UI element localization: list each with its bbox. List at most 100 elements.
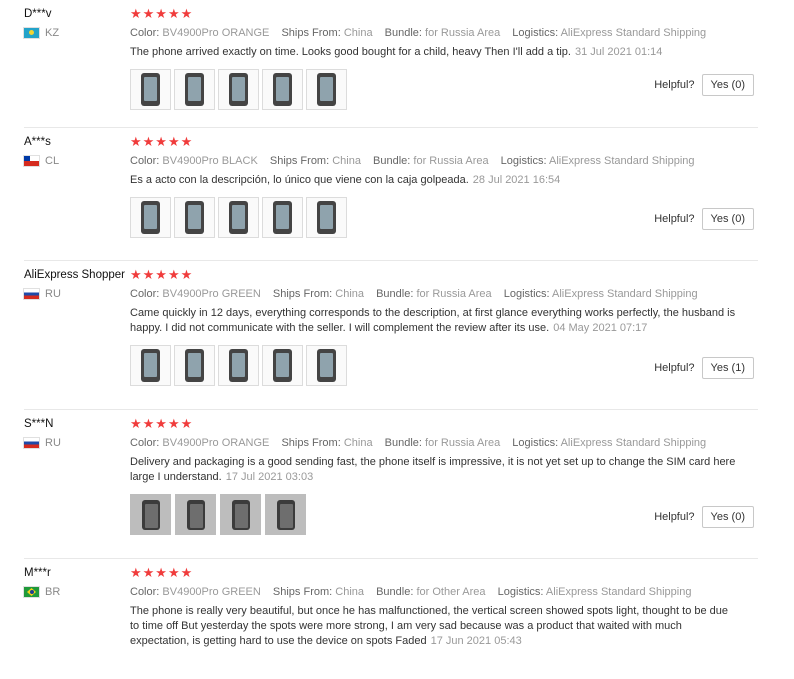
helpful-yes-button[interactable]: Yes (0) bbox=[701, 506, 754, 528]
star-rating: ★★★★★ bbox=[130, 6, 194, 21]
kazakhstan-flag-icon bbox=[24, 28, 39, 38]
color-label: Color: bbox=[130, 27, 160, 39]
country-code: RU bbox=[45, 288, 61, 300]
ships-from-label: Ships From: bbox=[281, 437, 341, 449]
review-item: AliExpress Shopper RU ★★★★★ Color: BV490… bbox=[24, 261, 758, 410]
helpful-section: Helpful? Yes (0) bbox=[654, 506, 754, 528]
helpful-label: Helpful? bbox=[654, 213, 695, 225]
color-value: BV4900Pro ORANGE bbox=[162, 437, 270, 449]
bundle-label: Bundle: bbox=[376, 586, 414, 598]
review-photo-thumbnail[interactable] bbox=[262, 345, 303, 386]
reviewer-info: D***v KZ bbox=[24, 8, 132, 39]
review-photo-thumbnail[interactable] bbox=[130, 494, 171, 535]
review-date: 17 Jun 2021 05:43 bbox=[430, 635, 522, 647]
reviewer-info: S***N RU bbox=[24, 418, 132, 449]
review-photo-thumbnail[interactable] bbox=[265, 494, 306, 535]
review-photo-thumbnail[interactable] bbox=[130, 69, 171, 110]
bundle-value: for Russia Area bbox=[416, 288, 492, 300]
reviewer-name: S***N bbox=[24, 418, 54, 430]
review-photo-thumbnail[interactable] bbox=[175, 494, 216, 535]
ships-from-value: China bbox=[335, 586, 365, 598]
helpful-yes-button[interactable]: Yes (0) bbox=[701, 208, 754, 230]
review-photo-thumbnail[interactable] bbox=[174, 197, 215, 238]
logistics-label: Logistics: bbox=[503, 288, 550, 300]
review-photo-thumbnail[interactable] bbox=[220, 494, 261, 535]
bundle-value: for Russia Area bbox=[413, 155, 489, 167]
ships-from-value: China bbox=[343, 437, 373, 449]
review-photo-thumbnail[interactable] bbox=[218, 69, 259, 110]
review-text: Delivery and packaging is a good sending… bbox=[130, 455, 736, 485]
order-properties: Color: BV4900Pro ORANGE Ships From: Chin… bbox=[130, 436, 758, 450]
color-label: Color: bbox=[130, 155, 160, 167]
review-photo-thumbnail[interactable] bbox=[262, 197, 303, 238]
helpful-yes-button[interactable]: Yes (1) bbox=[701, 357, 754, 379]
country-code: RU bbox=[45, 437, 61, 449]
logistics-value: AliExpress Standard Shipping bbox=[545, 586, 692, 598]
review-body: ★★★★★ Color: BV4900Pro GREEN Ships From:… bbox=[130, 559, 758, 649]
ships-from-label: Ships From: bbox=[272, 586, 333, 598]
logistics-label: Logistics: bbox=[497, 586, 544, 598]
logistics-value: AliExpress Standard Shipping bbox=[560, 437, 707, 449]
bundle-value: for Other Area bbox=[416, 586, 486, 598]
reviewer-info: A***s CL bbox=[24, 136, 132, 167]
helpful-section: Helpful? Yes (0) bbox=[654, 74, 754, 96]
bundle-value: for Russia Area bbox=[425, 27, 501, 39]
country-code: BR bbox=[45, 586, 61, 598]
ships-from-value: China bbox=[343, 27, 373, 39]
helpful-label: Helpful? bbox=[654, 79, 695, 91]
star-rating: ★★★★★ bbox=[130, 565, 194, 580]
star-rating: ★★★★★ bbox=[130, 134, 194, 149]
review-photo-thumbnail[interactable] bbox=[130, 197, 171, 238]
review-content: The phone arrived exactly on time. Looks… bbox=[130, 46, 571, 58]
review-text: Es a acto con la descripción, lo único q… bbox=[130, 173, 736, 188]
bundle-label: Bundle: bbox=[376, 288, 414, 300]
star-rating: ★★★★★ bbox=[130, 267, 194, 282]
logistics-label: Logistics: bbox=[500, 155, 547, 167]
helpful-yes-button[interactable]: Yes (0) bbox=[701, 74, 754, 96]
ships-from-label: Ships From: bbox=[281, 27, 341, 39]
color-label: Color: bbox=[130, 586, 160, 598]
reviewer-country: RU bbox=[24, 437, 132, 449]
color-value: BV4900Pro BLACK bbox=[162, 155, 258, 167]
review-photo-thumbnail[interactable] bbox=[262, 69, 303, 110]
reviewer-info: AliExpress Shopper RU bbox=[24, 269, 132, 300]
bundle-value: for Russia Area bbox=[425, 437, 501, 449]
reviewer-info: M***r BR bbox=[24, 567, 132, 598]
review-photo-thumbnail[interactable] bbox=[218, 197, 259, 238]
review-date: 28 Jul 2021 16:54 bbox=[472, 174, 561, 186]
reviewer-country: BR bbox=[24, 586, 132, 598]
reviewer-name: AliExpress Shopper bbox=[24, 269, 125, 281]
review-date: 31 Jul 2021 01:14 bbox=[574, 46, 663, 58]
color-label: Color: bbox=[130, 288, 160, 300]
review-item: S***N RU ★★★★★ Color: BV4900Pro ORANGE S… bbox=[24, 410, 758, 559]
bundle-label: Bundle: bbox=[384, 437, 422, 449]
review-photo-thumbnail[interactable] bbox=[306, 197, 347, 238]
helpful-label: Helpful? bbox=[654, 511, 695, 523]
review-photo-thumbnail[interactable] bbox=[174, 345, 215, 386]
country-code: KZ bbox=[45, 27, 60, 39]
review-photo-thumbnail[interactable] bbox=[130, 345, 171, 386]
review-text: The phone arrived exactly on time. Looks… bbox=[130, 45, 736, 60]
ships-from-value: China bbox=[332, 155, 361, 167]
review-item: A***s CL ★★★★★ Color: BV4900Pro BLACK Sh… bbox=[24, 128, 758, 261]
color-value: BV4900Pro GREEN bbox=[162, 288, 261, 300]
logistics-value: AliExpress Standard Shipping bbox=[552, 288, 698, 300]
bundle-label: Bundle: bbox=[384, 27, 422, 39]
reviewer-name: M***r bbox=[24, 567, 51, 579]
review-photo-thumbnail[interactable] bbox=[306, 345, 347, 386]
logistics-value: AliExpress Standard Shipping bbox=[560, 27, 707, 39]
review-photo-thumbnail[interactable] bbox=[174, 69, 215, 110]
order-properties: Color: BV4900Pro BLACK Ships From: China… bbox=[130, 154, 758, 168]
order-properties: Color: BV4900Pro ORANGE Ships From: Chin… bbox=[130, 26, 758, 40]
reviewer-country: CL bbox=[24, 155, 132, 167]
review-content: Delivery and packaging is a good sending… bbox=[130, 456, 736, 483]
bundle-label: Bundle: bbox=[373, 155, 411, 167]
russia-flag-icon bbox=[24, 438, 39, 448]
review-photo-thumbnail[interactable] bbox=[306, 69, 347, 110]
color-value: BV4900Pro GREEN bbox=[162, 586, 261, 598]
color-value: BV4900Pro ORANGE bbox=[162, 27, 270, 39]
review-content: Es a acto con la descripción, lo único q… bbox=[130, 174, 469, 186]
logistics-label: Logistics: bbox=[512, 437, 559, 449]
logistics-value: AliExpress Standard Shipping bbox=[548, 155, 695, 167]
review-photo-thumbnail[interactable] bbox=[218, 345, 259, 386]
